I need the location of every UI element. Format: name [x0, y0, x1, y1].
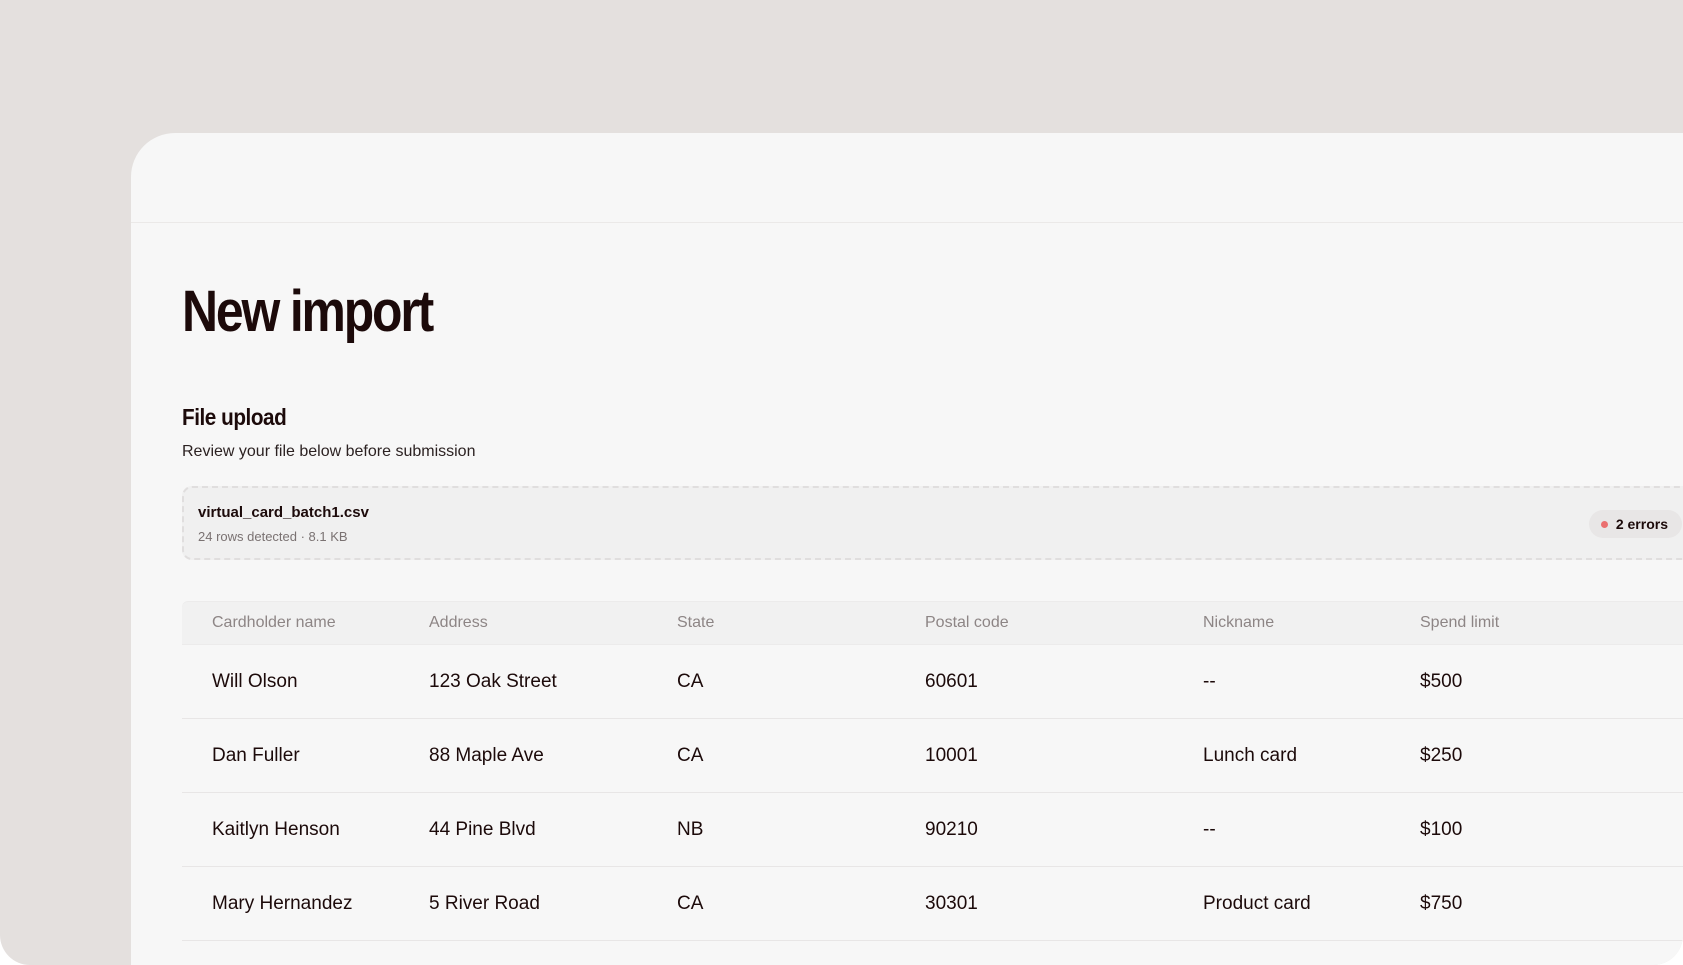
cell-postal-code: 60601	[925, 670, 978, 692]
table-row[interactable]: Mary Hernandez 5 River Road CA 30301 Pro…	[182, 867, 1683, 941]
cell-address: 123 Oak Street	[429, 670, 557, 692]
file-meta: 24 rows detected · 8.1 KB	[198, 529, 348, 544]
top-bar	[131, 133, 1683, 223]
table-header: Cardholder name Address State Postal cod…	[182, 601, 1683, 645]
column-header-address[interactable]: Address	[429, 614, 677, 632]
cell-cardholder-name: Kaitlyn Henson	[212, 818, 340, 840]
column-header-state[interactable]: State	[677, 614, 925, 632]
app-frame: New import File upload Review your file …	[0, 0, 1683, 965]
cell-postal-code: 10001	[925, 744, 978, 766]
cell-state: CA	[677, 892, 704, 914]
column-header-postal-code[interactable]: Postal code	[925, 614, 1203, 632]
section-title: File upload	[182, 404, 287, 430]
cell-cardholder-name: Will Olson	[212, 670, 298, 692]
cell-nickname: --	[1203, 670, 1216, 692]
cell-spend-limit: $250	[1420, 744, 1463, 766]
cell-spend-limit: $750	[1420, 892, 1463, 914]
column-header-nickname[interactable]: Nickname	[1203, 614, 1420, 632]
column-header-cardholder-name[interactable]: Cardholder name	[182, 614, 429, 632]
cell-cardholder-name: Mary Hernandez	[212, 892, 353, 914]
cell-state: CA	[677, 744, 704, 766]
error-badge-label: 2 errors	[1615, 516, 1668, 532]
cell-nickname: Product card	[1203, 892, 1311, 914]
main-window: New import File upload Review your file …	[131, 133, 1683, 965]
cell-address: 5 River Road	[429, 892, 540, 914]
import-preview-table: Cardholder name Address State Postal cod…	[182, 601, 1683, 941]
cell-state: NB	[677, 818, 704, 840]
cell-address: 44 Pine Blvd	[429, 818, 536, 840]
table-row[interactable]: Dan Fuller 88 Maple Ave CA 10001 Lunch c…	[182, 719, 1683, 793]
cell-spend-limit: $100	[1420, 818, 1463, 840]
cell-cardholder-name: Dan Fuller	[212, 744, 300, 766]
table-row[interactable]: Will Olson 123 Oak Street CA 60601 -- $5…	[182, 645, 1683, 719]
file-name: virtual_card_batch1.csv	[198, 504, 369, 521]
error-badge[interactable]: 2 errors	[1588, 510, 1682, 538]
cell-postal-code: 30301	[925, 892, 978, 914]
error-dot-icon	[1600, 520, 1608, 528]
cell-nickname: Lunch card	[1203, 744, 1298, 766]
cell-spend-limit: $500	[1420, 670, 1463, 692]
section-subtitle: Review your file below before submission	[182, 443, 476, 460]
column-header-spend-limit[interactable]: Spend limit	[1420, 614, 1620, 632]
uploaded-file-card[interactable]: virtual_card_batch1.csv 24 rows detected…	[182, 486, 1683, 560]
cell-nickname: --	[1203, 818, 1216, 840]
cell-address: 88 Maple Ave	[429, 744, 544, 766]
cell-postal-code: 90210	[925, 818, 978, 840]
table-row[interactable]: Kaitlyn Henson 44 Pine Blvd NB 90210 -- …	[182, 793, 1683, 867]
cell-state: CA	[677, 670, 704, 692]
page-title: New import	[182, 279, 434, 344]
